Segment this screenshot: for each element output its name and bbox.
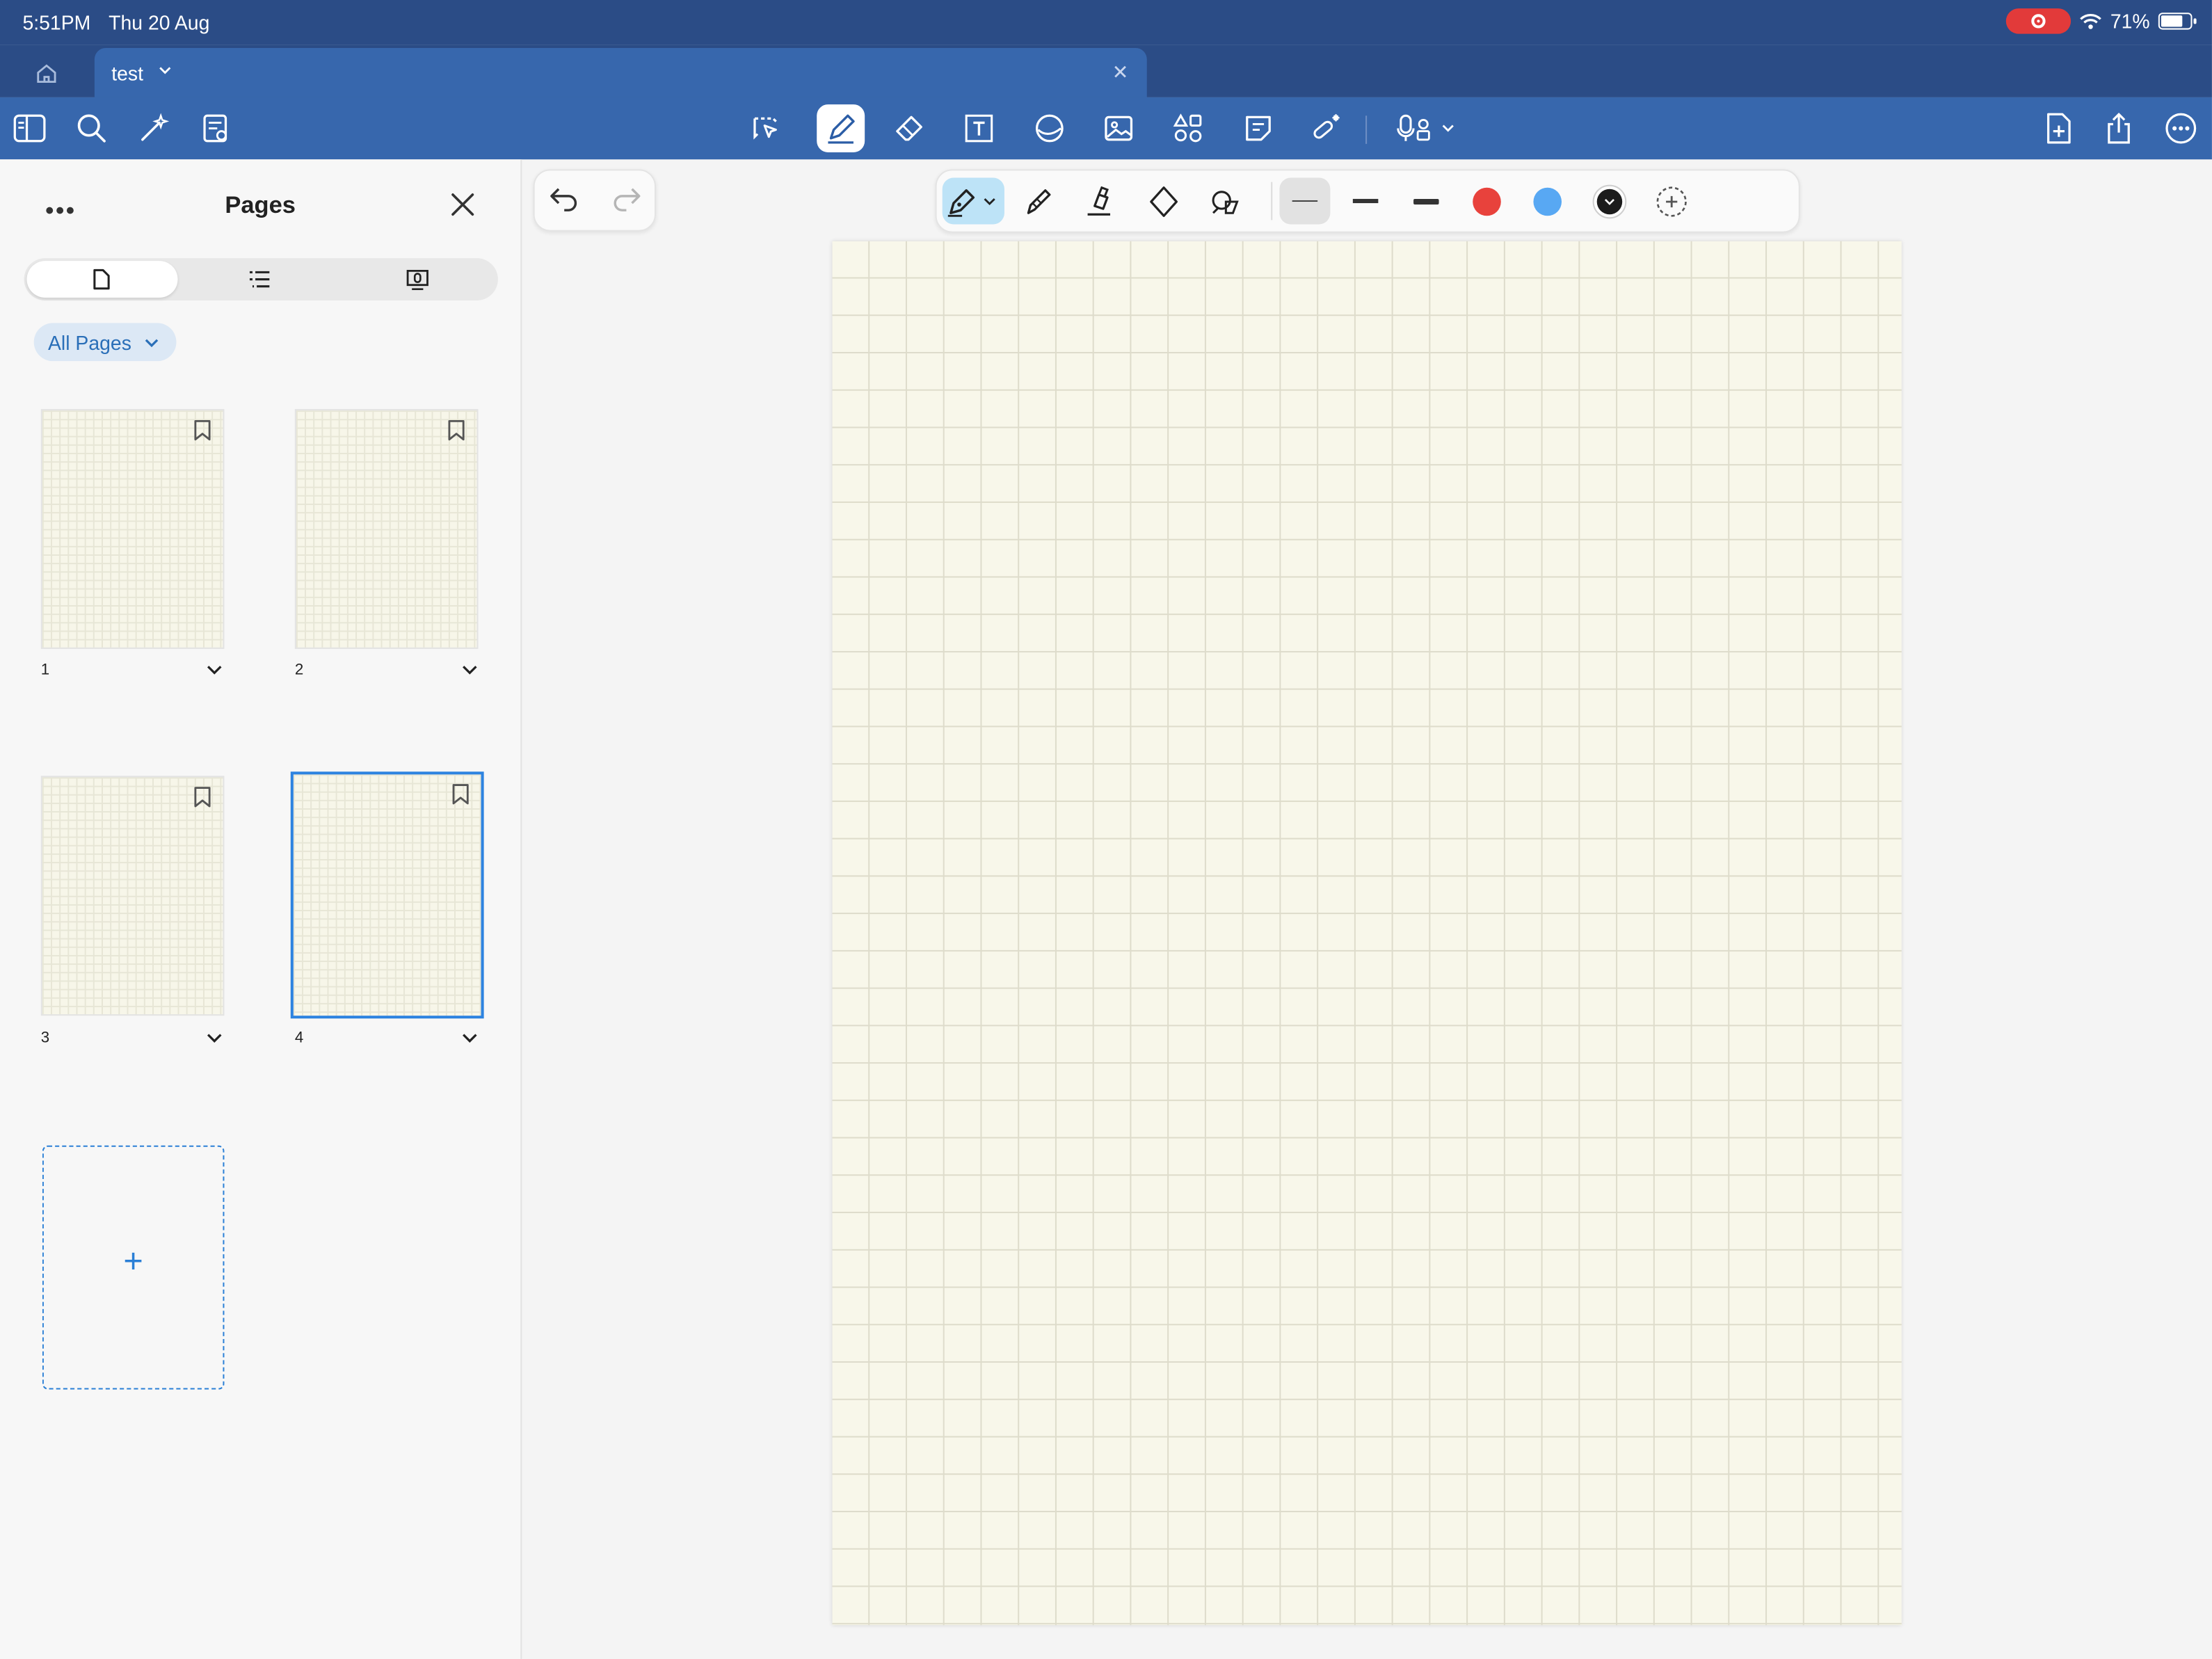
share-icon[interactable] [2095, 104, 2143, 152]
plus-icon: + [123, 1242, 143, 1281]
highlighter-icon[interactable] [1077, 178, 1123, 225]
microphone-icon[interactable] [1391, 104, 1461, 152]
page-options-chevron-icon[interactable] [461, 664, 478, 675]
status-time: 5:51PM [22, 11, 91, 34]
chevron-down-icon [145, 339, 159, 348]
filter-label: All Pages [47, 331, 131, 355]
status-date: Thu 20 Aug [109, 11, 210, 34]
eraser-icon[interactable] [886, 104, 934, 152]
recordings-icon[interactable] [405, 266, 431, 292]
redo-icon[interactable] [611, 185, 642, 214]
shape-icon[interactable] [1025, 104, 1073, 152]
outline-icon[interactable] [247, 266, 273, 292]
elements-icon[interactable] [1164, 104, 1212, 152]
bookmark-icon[interactable] [193, 419, 211, 441]
page-number-3: 3 [40, 1029, 50, 1047]
page-thumbnail-1[interactable] [40, 409, 225, 649]
color-swatch-red[interactable] [1461, 178, 1512, 225]
main-toolbar [0, 97, 2212, 160]
add-page-icon[interactable] [2034, 104, 2082, 152]
ruler-icon[interactable] [1141, 178, 1187, 225]
page-thumbnail-2[interactable] [294, 409, 479, 649]
tab-bar: test ✕ [0, 45, 2212, 97]
status-bar: 5:51PM Thu 20 Aug 71% [0, 0, 2212, 45]
pen-options-toolbar [935, 169, 1800, 233]
document-icon[interactable] [192, 104, 240, 152]
page-number-1: 1 [40, 662, 50, 679]
tab-title: test [111, 62, 144, 85]
undo-redo-group [533, 169, 657, 232]
page-options-chevron-icon[interactable] [206, 664, 223, 675]
bookmark-icon[interactable] [451, 783, 470, 806]
view-segmented-control [24, 258, 498, 300]
wifi-icon [2080, 14, 2101, 29]
home-icon[interactable] [31, 59, 63, 88]
bookmark-icon[interactable] [447, 419, 465, 441]
sidebar-icon[interactable] [6, 104, 54, 152]
sparkle-icon[interactable] [130, 104, 178, 152]
pen-toolbar-divider [1271, 182, 1273, 221]
undo-icon[interactable] [549, 185, 580, 214]
stroke-width-thin[interactable] [1279, 177, 1331, 225]
chevron-down-icon[interactable] [158, 65, 172, 76]
pages-filter-dropdown[interactable]: All Pages [33, 323, 177, 362]
screen-recording-indicator[interactable] [2005, 8, 2071, 34]
sticky-note-icon[interactable] [1235, 104, 1283, 152]
image-icon[interactable] [1095, 104, 1143, 152]
battery-percent: 71% [2110, 10, 2150, 33]
page-options-chevron-icon[interactable] [206, 1032, 223, 1043]
toolbar-divider [1365, 115, 1368, 144]
textbox-icon[interactable] [955, 104, 1003, 152]
color-swatch-black-selected[interactable] [1584, 178, 1635, 225]
battery-icon [2158, 13, 2197, 30]
pages-sidebar: ••• Pages All Pages 1 2 3 4 + [0, 159, 522, 1659]
laser-icon[interactable] [1304, 104, 1352, 152]
shape-recognition-icon[interactable] [1205, 178, 1250, 225]
lasso-icon[interactable] [742, 104, 790, 152]
page-number-2: 2 [294, 662, 304, 679]
pen-icon[interactable] [817, 104, 865, 153]
bookmark-icon[interactable] [193, 786, 211, 808]
add-page-button[interactable]: + [42, 1145, 225, 1390]
add-color-icon[interactable] [1646, 178, 1697, 225]
stroke-width-medium[interactable] [1340, 178, 1391, 225]
color-swatch-blue[interactable] [1522, 178, 1573, 225]
fountain-pen-icon[interactable] [942, 177, 1004, 225]
close-tab-icon[interactable]: ✕ [1112, 61, 1129, 84]
page-options-chevron-icon[interactable] [461, 1032, 478, 1043]
document-tab[interactable]: test ✕ [94, 47, 1147, 97]
pages-icon[interactable] [89, 266, 115, 292]
chevron-down-icon [1604, 198, 1614, 205]
sidebar-title: Pages [225, 191, 296, 219]
ball-pen-icon[interactable] [1016, 178, 1061, 225]
stroke-width-thick[interactable] [1401, 178, 1452, 225]
close-icon[interactable] [449, 191, 477, 219]
page-number-4: 4 [294, 1029, 304, 1047]
note-page-canvas[interactable] [832, 241, 1902, 1626]
more-icon[interactable] [2157, 104, 2205, 152]
page-thumbnail-3[interactable] [40, 776, 225, 1016]
page-thumbnail-4[interactable] [290, 771, 484, 1019]
search-icon[interactable] [67, 104, 115, 152]
